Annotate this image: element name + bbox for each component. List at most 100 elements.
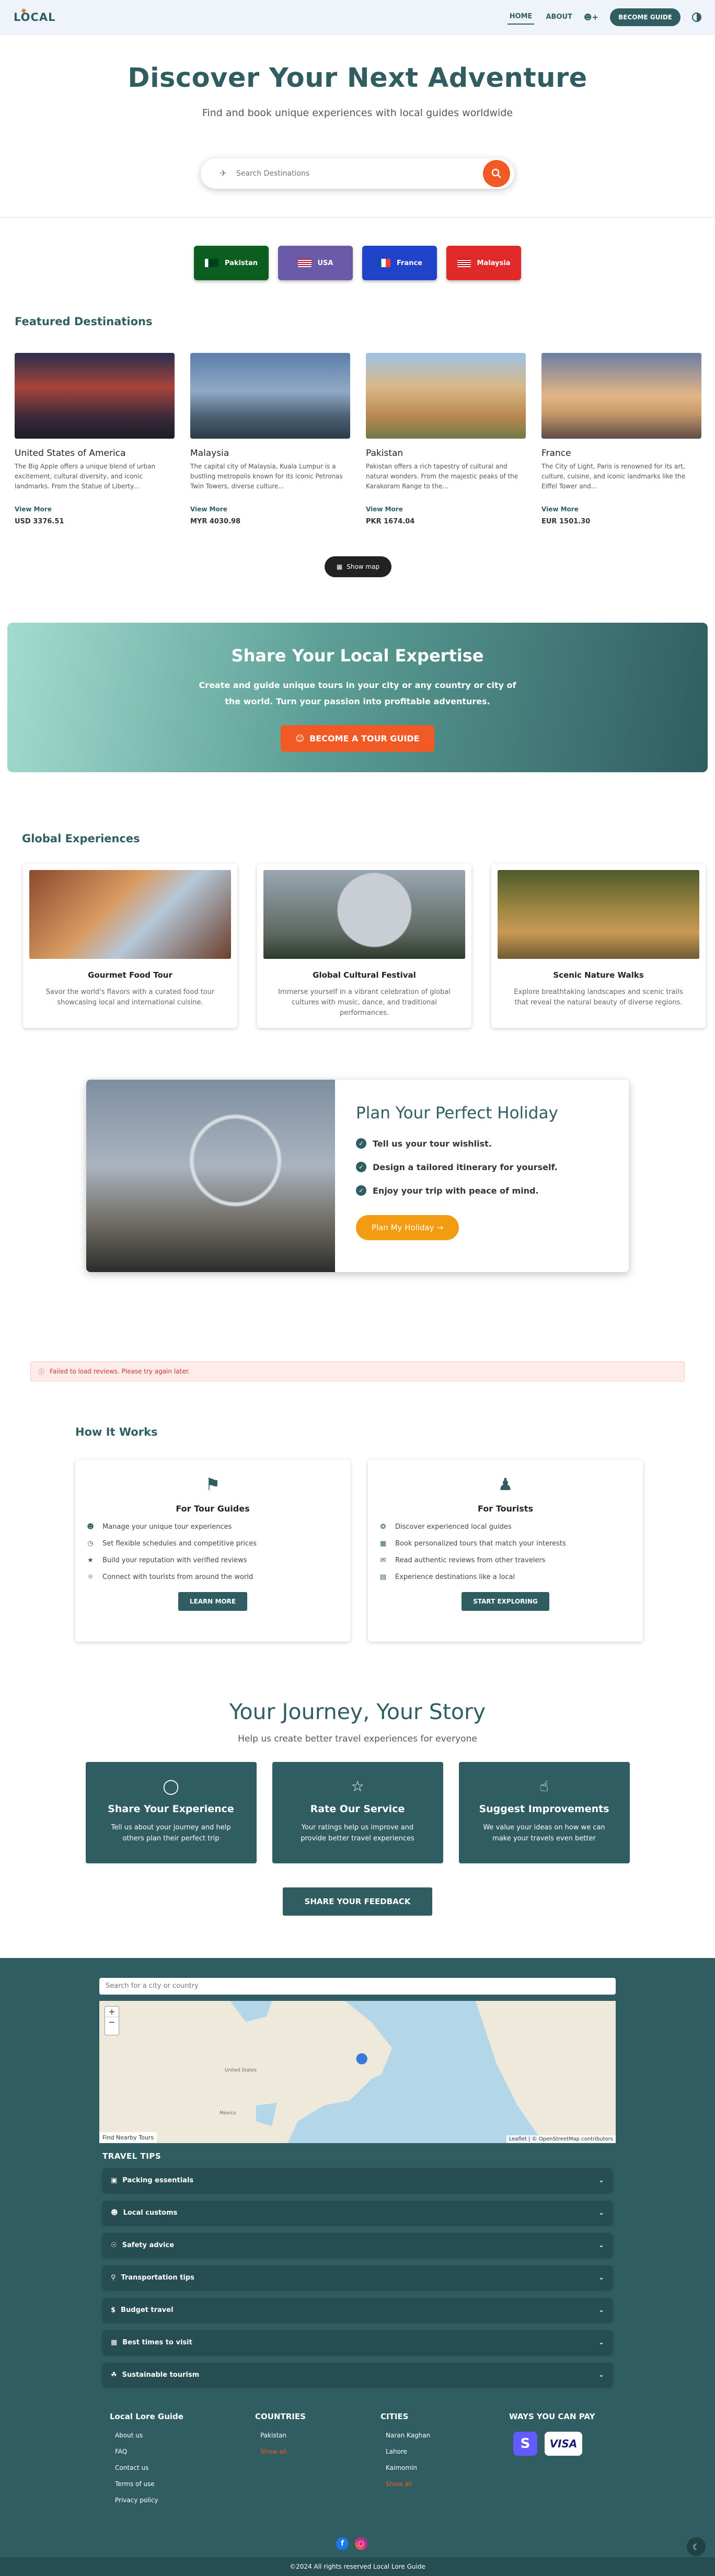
destination-card[interactable]: Malaysia The capital city of Malaysia, K… [190, 353, 350, 525]
malaysia-flag-icon [457, 259, 471, 267]
footer-link[interactable]: FAQ [110, 2448, 255, 2455]
learn-more-button[interactable]: LEARN MORE [178, 1592, 248, 1611]
destination-card[interactable]: France The City of Light, Paris is renow… [541, 353, 701, 525]
travel-tips-title: TRAVEL TIPS [102, 2151, 162, 2161]
destination-price: MYR 4030.98 [190, 518, 241, 525]
destination-desc: The capital city of Malaysia, Kuala Lump… [190, 463, 343, 490]
find-nearby-tours-button[interactable]: Find Nearby Tours [99, 2132, 157, 2143]
feature-item: ★ Build your reputation with verified rev… [86, 1556, 340, 1564]
globe-icon: ☼ [87, 1573, 94, 1581]
destination-price: USD 3376.51 [15, 518, 64, 525]
footer-show-all-link[interactable]: Show all [255, 2448, 380, 2455]
experience-title: Global Cultural Festival [313, 970, 416, 980]
user-add-icon[interactable]: ☻+ [584, 13, 598, 22]
zoom-in-button[interactable]: + [105, 2007, 119, 2017]
destination-card[interactable]: United States of America The Big Apple o… [15, 353, 175, 525]
footer-link[interactable]: Privacy policy [110, 2497, 255, 2504]
calendar-icon: ▦ [379, 1540, 387, 1548]
instagram-icon[interactable]: ○ [355, 2537, 367, 2550]
view-more-link[interactable]: View More [15, 506, 175, 513]
become-tour-guide-button[interactable]: ☺ BECOME A TOUR GUIDE [281, 725, 434, 752]
destination-price: PKR 1674.04 [366, 518, 415, 525]
calendar-icon: ▦ [111, 2338, 118, 2346]
hero-subtitle: Find and book unique experiences with lo… [202, 107, 513, 119]
footer-show-all-link[interactable]: Show all [380, 2480, 509, 2488]
tip-customs[interactable]: ☻ Local customs ⌄ [102, 2201, 613, 2225]
tip-sustainable[interactable]: ☘ Sustainable tourism ⌄ [102, 2363, 613, 2387]
chevron-down-icon: ⌄ [598, 2306, 604, 2314]
tip-transport[interactable]: ⚲ Transportation tips ⌄ [102, 2265, 613, 2289]
footer-link[interactable]: Lahore [380, 2448, 509, 2455]
feature-item: ✉ Read authentic reviews from other trave… [378, 1556, 632, 1564]
suitcase-icon: ▣ [111, 2176, 118, 2184]
tip-safety[interactable]: ☉ Safety advice ⌄ [102, 2233, 613, 2257]
location-pin-icon: ● [21, 7, 27, 14]
show-map-button[interactable]: ▦ Show map [325, 556, 391, 577]
country-pill-france[interactable]: France [362, 246, 437, 280]
map[interactable]: United States México + − ● Find Nearby To… [99, 2001, 616, 2143]
chevron-down-icon: ⌄ [598, 2371, 604, 2379]
feedback-card[interactable]: ☆ Rate Our Service Your ratings help us im… [272, 1762, 443, 1863]
dark-mode-button[interactable]: ☾ [687, 2537, 706, 2556]
experience-card[interactable]: Global Cultural Festival Immerse yoursel… [257, 864, 471, 1028]
guides-card-title: For Tour Guides [176, 1504, 250, 1514]
destination-image [15, 353, 175, 439]
share-feedback-button[interactable]: SHARE YOUR FEEDBACK [282, 1887, 433, 1916]
holiday-step: ✓ Enjoy your trip with peace of mind. [356, 1185, 558, 1196]
journey-title: Your Journey, Your Story [229, 1699, 486, 1724]
journey-section: Your Journey, Your Story Help us create … [0, 1699, 715, 1916]
user-icon: ☺ [295, 734, 305, 743]
view-more-link[interactable]: View More [366, 506, 526, 513]
tip-times[interactable]: ▦ Best times to visit ⌄ [102, 2330, 613, 2354]
destination-desc: Pakistan offers a rich tapestry of cultu… [366, 463, 518, 490]
search-button[interactable] [483, 160, 510, 187]
map-search-input[interactable]: Search for a city or country [99, 1978, 616, 1995]
become-guide-button[interactable]: BECOME GUIDE [610, 8, 681, 26]
destination-card[interactable]: Pakistan Pakistan offers a rich tapestry… [366, 353, 526, 525]
map-attribution[interactable]: Leaflet | © OpenStreetMap contributors [506, 2135, 616, 2143]
footer-link[interactable]: Pakistan [255, 2432, 380, 2439]
main-nav: HOME ABOUT ☻+ BECOME GUIDE [507, 8, 701, 26]
usa-flag-icon [297, 259, 312, 267]
flag-icon: ⚑ [205, 1474, 221, 1494]
feature-item: ☻ Manage your unique tour experiences [86, 1523, 340, 1531]
destination-image [190, 353, 350, 439]
country-pill-malaysia[interactable]: Malaysia [446, 246, 521, 280]
view-more-link[interactable]: View More [541, 506, 701, 513]
country-pill-pakistan[interactable]: Pakistan [194, 246, 269, 280]
nav-about[interactable]: ABOUT [546, 13, 572, 21]
view-more-link[interactable]: View More [190, 506, 350, 513]
tourists-card-title: For Tourists [478, 1504, 533, 1514]
feedback-card[interactable]: ☝ Suggest Improvements We value your ideas… [458, 1762, 630, 1863]
tip-budget[interactable]: $ Budget travel ⌄ [102, 2298, 613, 2322]
footer-link[interactable]: Naran Kaghan [380, 2432, 509, 2439]
country-pill-usa[interactable]: USA [278, 246, 353, 280]
zoom-out-button[interactable]: − [105, 2017, 119, 2027]
logo[interactable]: LOCAL ● [14, 7, 56, 24]
holiday-steps: ✓ Tell us your tour wishlist. ✓ Design a t… [356, 1138, 558, 1196]
map-marker-icon[interactable]: ● [355, 2049, 368, 2066]
feature-item: ▦ Book personalized tours that match your… [378, 1540, 632, 1548]
thumbs-up-icon: ☝ [539, 1778, 549, 1795]
footer-link[interactable]: Terms of use [110, 2480, 255, 2488]
copyright: ©2024 All rights reserved Local Lore Gui… [0, 2557, 715, 2576]
destination-image [541, 353, 701, 439]
pakistan-flag-icon [204, 259, 218, 267]
feedback-card[interactable]: ◯ Share Your Experience Tell us about your… [85, 1762, 257, 1863]
journey-subtitle: Help us create better travel experiences… [238, 1734, 477, 1744]
plan-holiday-button[interactable]: Plan My Holiday → [356, 1215, 459, 1240]
footer-link[interactable]: Kaimomin [380, 2464, 509, 2471]
destination-name: Pakistan [366, 448, 403, 459]
search-input[interactable] [231, 169, 483, 178]
destination-search: ✈ [201, 158, 514, 189]
tip-packing[interactable]: ▣ Packing essentials ⌄ [102, 2168, 613, 2192]
star-icon: ★ [87, 1556, 94, 1564]
footer-link[interactable]: About us [110, 2432, 255, 2439]
nav-home[interactable]: HOME [507, 9, 535, 25]
theme-toggle-icon[interactable] [692, 12, 701, 22]
footer-link[interactable]: Contact us [110, 2464, 255, 2471]
experience-card[interactable]: Gourmet Food Tour Savor the world's flav… [23, 864, 237, 1028]
start-exploring-button[interactable]: START EXPLORING [462, 1592, 549, 1611]
experience-card[interactable]: Scenic Nature Walks Explore breathtaking… [491, 864, 706, 1028]
facebook-icon[interactable]: f [336, 2537, 349, 2550]
